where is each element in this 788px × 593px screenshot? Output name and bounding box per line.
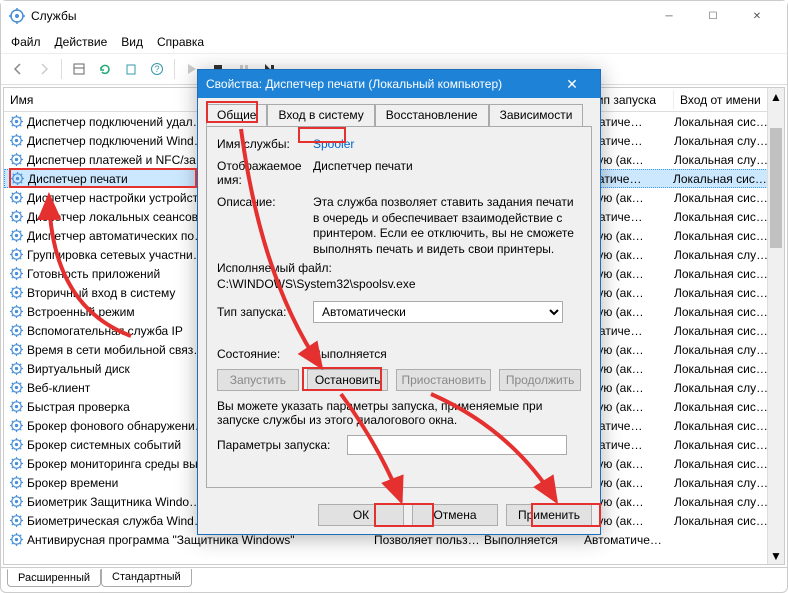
value-service-name: Spooler — [313, 137, 581, 151]
cancel-button[interactable]: Отмена — [412, 504, 498, 526]
tab-logon[interactable]: Вход в систему — [267, 104, 374, 126]
view-tabs: Расширенный Стандартный — [1, 567, 787, 590]
dialog-titlebar: Свойства: Диспетчер печати (Локальный ко… — [198, 70, 600, 98]
startup-type-select[interactable]: Автоматически — [313, 301, 563, 323]
tab-dependencies[interactable]: Зависимости — [489, 104, 584, 126]
stop-button[interactable]: Остановить — [307, 369, 389, 391]
svg-text:?: ? — [154, 64, 159, 74]
tab-standard[interactable]: Стандартный — [101, 569, 192, 587]
gear-icon — [9, 8, 25, 24]
forward-button[interactable] — [33, 58, 55, 80]
dialog-title: Свойства: Диспетчер печати (Локальный ко… — [206, 77, 502, 91]
value-display-name: Диспетчер печати — [313, 159, 581, 173]
scrollbar-thumb[interactable] — [770, 128, 782, 248]
label-state: Состояние: — [217, 347, 313, 361]
dialog-close-button[interactable]: ✕ — [552, 70, 592, 98]
resume-button: Продолжить — [499, 369, 581, 391]
ok-button[interactable]: ОК — [318, 504, 404, 526]
label-display-name: Отображаемое имя: — [217, 159, 313, 187]
scroll-up-icon[interactable]: ▲ — [768, 88, 784, 105]
menubar: Файл Действие Вид Справка — [1, 31, 787, 54]
vertical-scrollbar[interactable]: ▲ ▼ — [767, 88, 784, 564]
startup-params-hint: Вы можете указать параметры запуска, при… — [217, 399, 581, 427]
tab-general[interactable]: Общие — [206, 104, 267, 126]
help-button[interactable]: ? — [146, 58, 168, 80]
pause-button: Приостановить — [396, 369, 491, 391]
label-description: Описание: — [217, 195, 313, 209]
apply-button[interactable]: Применить — [506, 504, 592, 526]
back-button[interactable] — [7, 58, 29, 80]
menu-file[interactable]: Файл — [11, 35, 41, 49]
minimize-button[interactable]: ─ — [647, 1, 691, 31]
maximize-button[interactable]: ☐ — [691, 1, 735, 31]
label-executable: Исполняемый файл: — [217, 261, 332, 275]
label-startup-params: Параметры запуска: — [217, 438, 347, 452]
window-title: Службы — [31, 9, 647, 23]
value-executable: C:\WINDOWS\System32\spoolsv.exe — [217, 277, 416, 291]
tab-extended[interactable]: Расширенный — [7, 569, 101, 587]
scroll-down-icon[interactable]: ▼ — [768, 547, 784, 564]
tab-recovery[interactable]: Восстановление — [375, 104, 489, 126]
close-button[interactable]: ✕ — [735, 1, 779, 31]
value-state: Выполняется — [313, 347, 581, 361]
dialog-tabs: Общие Вход в систему Восстановление Зави… — [198, 98, 600, 126]
label-service-name: Имя службы: — [217, 137, 313, 151]
menu-help[interactable]: Справка — [157, 35, 204, 49]
menu-view[interactable]: Вид — [121, 35, 143, 49]
menu-action[interactable]: Действие — [55, 35, 108, 49]
properties-dialog: Свойства: Диспетчер печати (Локальный ко… — [197, 69, 601, 535]
export-button[interactable] — [120, 58, 142, 80]
refresh-button[interactable] — [94, 58, 116, 80]
toolbar-icon[interactable] — [68, 58, 90, 80]
start-button: Запустить — [217, 369, 299, 391]
window-titlebar: Службы ─ ☐ ✕ — [1, 1, 787, 31]
label-startup-type: Тип запуска: — [217, 305, 313, 319]
value-description: Эта служба позволяет ставить задания печ… — [313, 195, 581, 253]
startup-params-input — [347, 435, 567, 455]
